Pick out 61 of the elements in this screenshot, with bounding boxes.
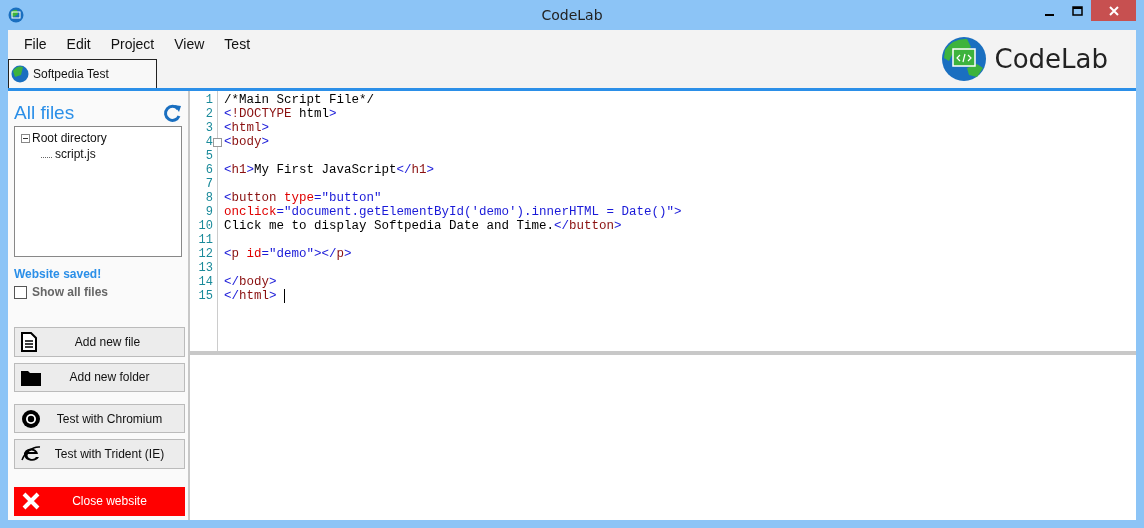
line-number: 11 — [197, 233, 214, 247]
tree-item[interactable]: script.js — [55, 147, 96, 162]
folder-icon — [21, 368, 41, 386]
checkbox-label: Show all files — [32, 285, 109, 300]
close-icon — [1108, 5, 1119, 16]
line-number: 1 — [204, 93, 214, 107]
code-line: <button type="button" — [224, 191, 382, 205]
code-line: /*Main Script File*/ — [224, 93, 375, 107]
chromium-icon — [21, 408, 41, 429]
line-number: 9 — [204, 205, 214, 219]
action-button[interactable]: Add new folder — [14, 362, 185, 392]
action-button[interactable]: Add new file — [14, 327, 185, 357]
menu-item[interactable]: Project — [100, 36, 165, 52]
line-number: 12 — [197, 247, 214, 261]
globe-icon — [11, 65, 29, 83]
menu-item[interactable]: Test — [214, 36, 261, 52]
line-number: 8 — [204, 191, 214, 205]
code-line: </body> — [224, 275, 277, 289]
line-number: 10 — [197, 219, 214, 233]
code-line: onclick="document.getElementById('demo').innerHTML = Date()"> — [224, 205, 682, 219]
action-button[interactable]: Test with Chromium — [14, 404, 185, 434]
line-number: 6 — [204, 163, 214, 177]
close-icon — [21, 491, 41, 512]
e-logo-icon — [21, 443, 41, 464]
close-button[interactable] — [1091, 0, 1136, 21]
collapse-icon[interactable] — [21, 133, 30, 143]
line-number: 15 — [197, 289, 214, 303]
tree-item[interactable]: Root directory — [32, 131, 107, 146]
menu-item[interactable]: Edit — [56, 36, 101, 52]
status-message: Website saved! — [14, 267, 103, 282]
code-line: <html> — [224, 121, 270, 135]
line-number: 4 — [190, 135, 217, 149]
document-icon — [21, 332, 37, 352]
refresh-icon[interactable] — [162, 102, 182, 123]
line-number: 5 — [204, 149, 214, 163]
fold-icon[interactable] — [213, 138, 222, 147]
action-button[interactable]: Test with Trident (IE) — [14, 439, 185, 469]
maximize-icon — [1071, 5, 1083, 16]
app-icon — [8, 7, 24, 23]
code-line: Click me to display Softpedia Date and Time.</button> — [224, 219, 622, 233]
minimize-icon — [1044, 13, 1054, 16]
project-tab[interactable]: Softpedia Test — [8, 59, 157, 88]
code-line: <h1>My First JavaScript</h1> — [224, 163, 435, 177]
code-line: <p id="demo"></p> — [224, 247, 352, 261]
line-number: 13 — [197, 261, 214, 275]
line-number: 7 — [204, 177, 214, 191]
tree-connector — [41, 157, 53, 159]
line-number: 2 — [204, 107, 214, 121]
action-button[interactable]: Close website — [14, 486, 185, 516]
panel-heading: All files — [14, 101, 75, 124]
logo-text: CodeLab — [994, 44, 1108, 74]
menu-item[interactable]: File — [14, 36, 57, 52]
line-number: 3 — [204, 121, 214, 135]
checkbox[interactable] — [14, 285, 27, 299]
code-line: <!DOCTYPE html> — [224, 107, 337, 121]
code-line: </html> — [224, 289, 277, 303]
menu-item[interactable]: View — [164, 36, 215, 52]
line-number: 14 — [197, 275, 214, 289]
code-line: <body> — [224, 135, 270, 149]
window-title: CodeLab — [541, 7, 603, 23]
globe-logo-icon — [940, 36, 987, 82]
